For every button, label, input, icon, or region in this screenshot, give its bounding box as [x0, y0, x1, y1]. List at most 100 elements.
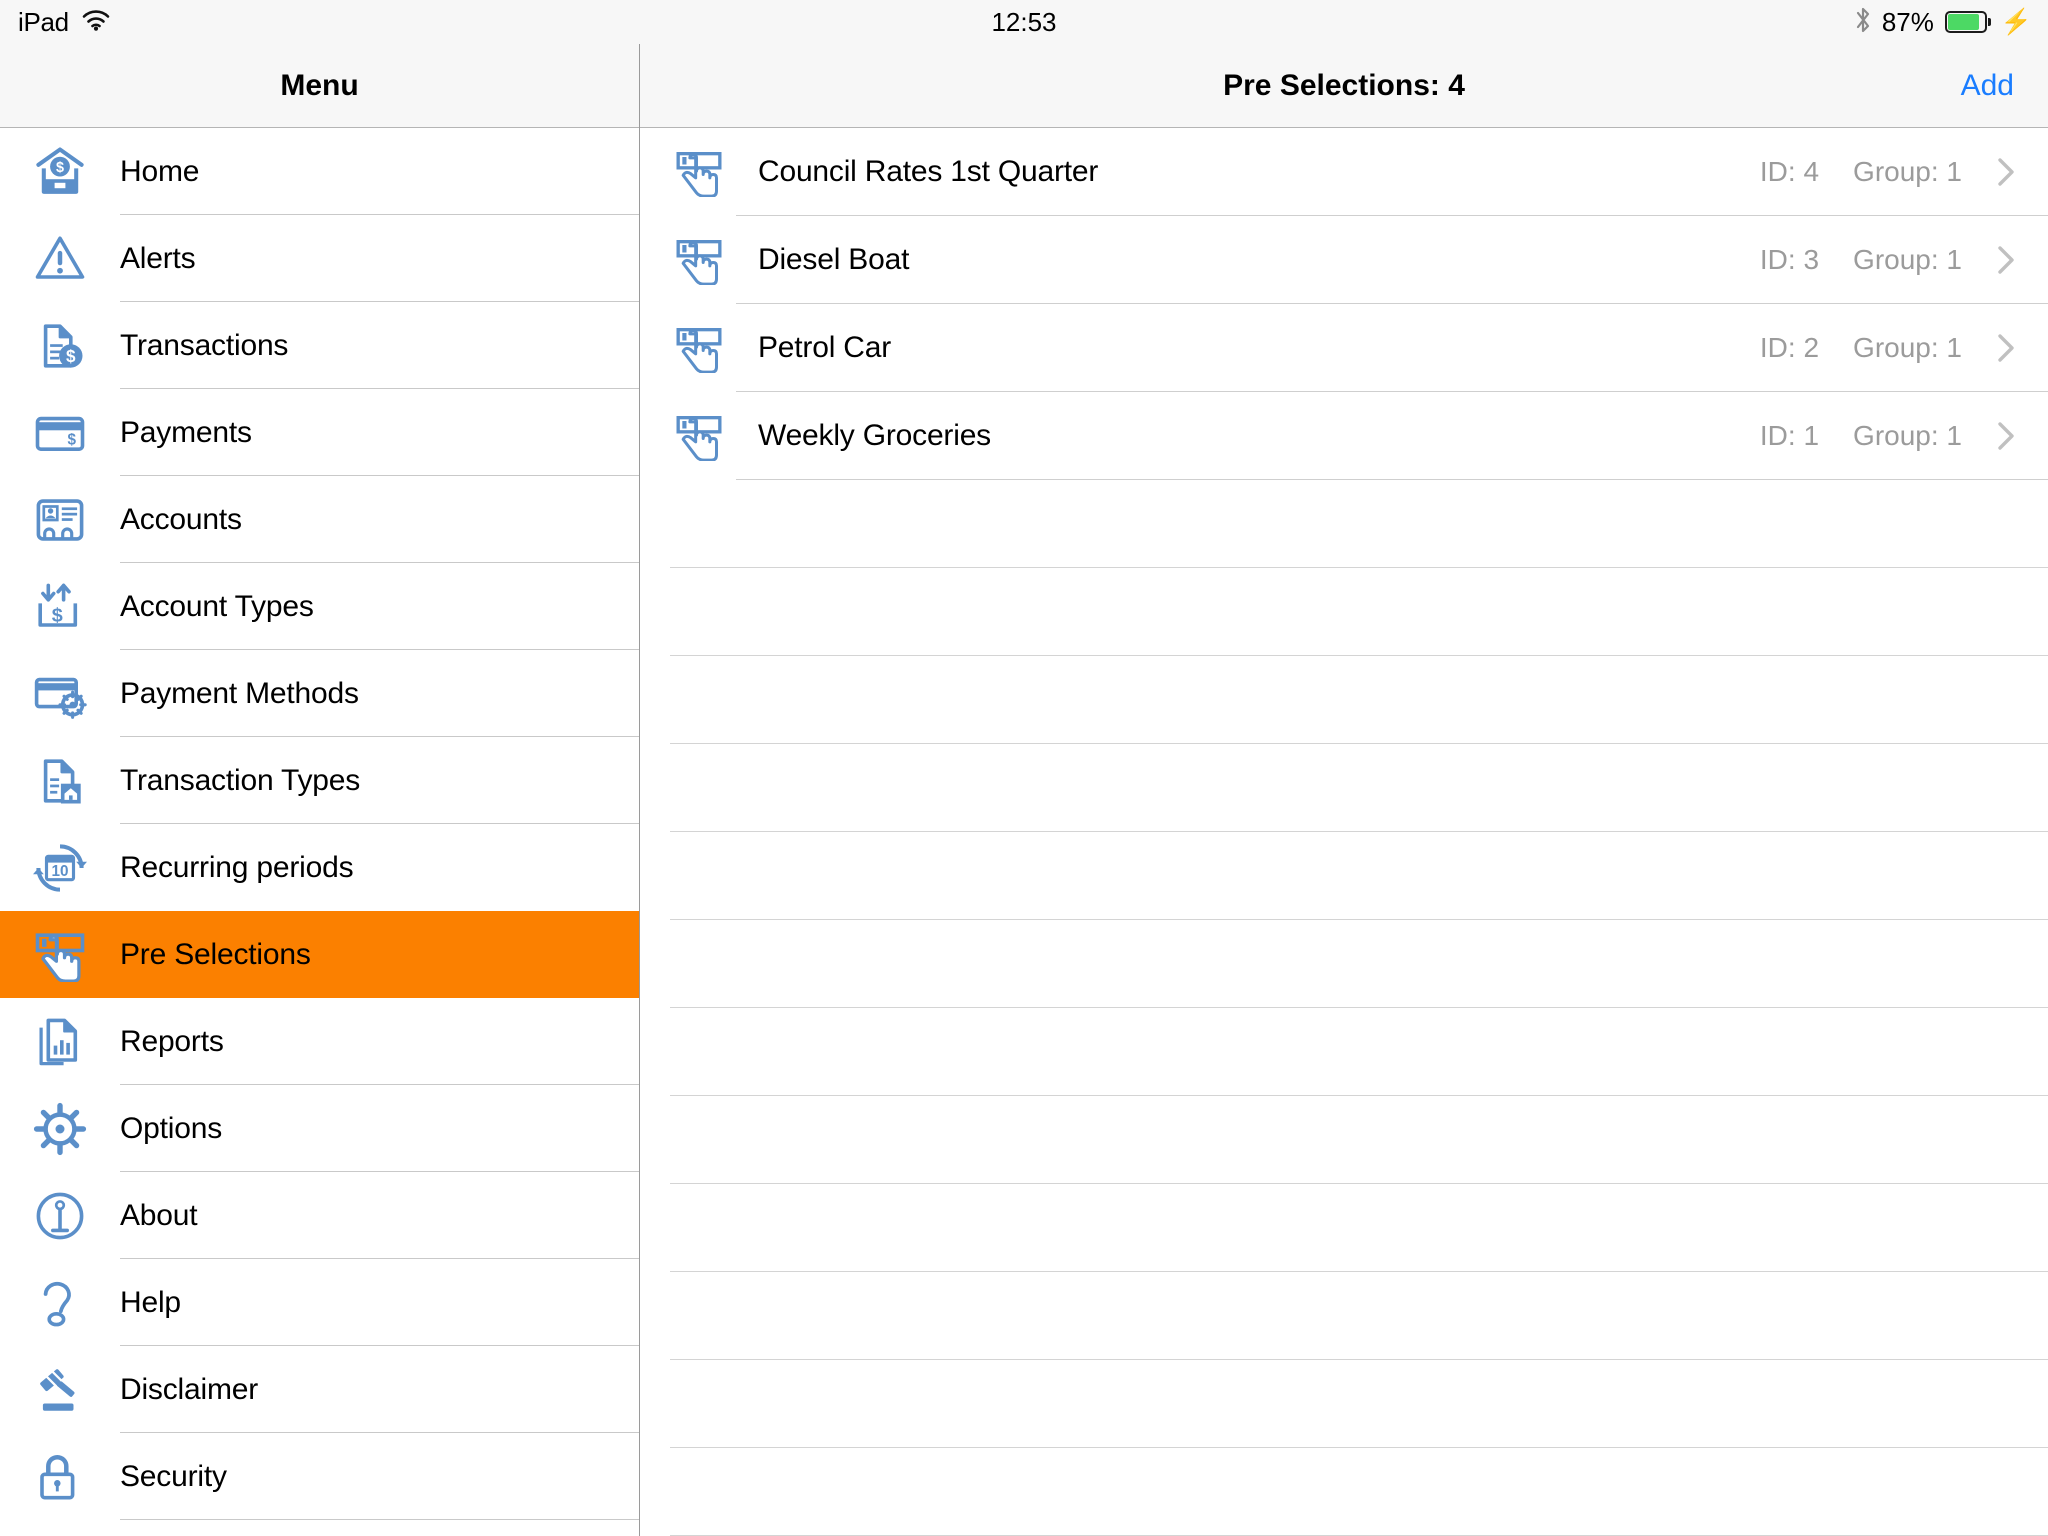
list-item-group: Group: 1 [1853, 420, 1962, 451]
padlock-icon [33, 1450, 87, 1504]
status-bar: iPad 12:53 87% ⚡ [0, 0, 2048, 44]
chevron-right-icon [1998, 246, 2014, 274]
lightning-bolt-icon: ⚡ [2000, 7, 2032, 36]
hand-tap-field-icon [676, 152, 722, 197]
empty-list-row [640, 920, 2048, 1008]
sidebar-item-label: Reports [120, 1024, 224, 1058]
list-item-title: Weekly Groceries [758, 419, 991, 452]
sidebar-item-label: Disclaimer [120, 1372, 259, 1406]
sidebar-item-payment-methods[interactable]: Payment Methods [0, 650, 639, 737]
app-root: Menu Home Alerts Transactions Payments Accou… [0, 0, 2048, 1536]
sidebar-item-label: Payments [120, 415, 252, 449]
list-item-group: Group: 1 [1853, 332, 1962, 363]
battery-percent: 87% [1881, 6, 1934, 37]
empty-list-row [640, 744, 2048, 832]
empty-list-row [640, 1184, 2048, 1272]
list-item[interactable]: Petrol Car ID: 2 Group: 1 [640, 304, 2048, 392]
status-bar-right: 87% ⚡ [1855, 0, 2032, 44]
sidebar-item-transaction-types[interactable]: Transaction Types [0, 737, 639, 824]
list-item-id: ID: 4 [1759, 156, 1820, 187]
gavel-icon-wrap [0, 1363, 120, 1417]
sidebar-item-label: Home [120, 154, 200, 188]
battery-icon [1944, 11, 1991, 33]
list-item-group: Group: 1 [1853, 244, 1962, 275]
document-house-icon [43, 758, 83, 805]
sidebar-item-alerts[interactable]: Alerts [0, 215, 639, 302]
question-mark-icon-wrap [0, 1276, 120, 1330]
hand-tap-field-icon-wrap [640, 323, 758, 373]
empty-list-row [640, 1008, 2048, 1096]
list-item[interactable]: Council Rates 1st Quarter ID: 4 Group: 1 [640, 128, 2048, 216]
sidebar-item-label: Accounts [120, 502, 242, 536]
chevron-right-icon-wrap[interactable] [1990, 332, 2022, 364]
status-bar-center: 12:53 [0, 0, 2048, 44]
empty-list-row [640, 656, 2048, 744]
chevron-right-icon [1998, 334, 2014, 362]
sidebar-menu-list: Home Alerts Transactions Payments Accounts Ac… [0, 128, 639, 1520]
sidebar-item-recurring-periods[interactable]: Recurring periods [0, 824, 639, 911]
sidebar-item-label: Transaction Types [120, 763, 361, 797]
page-title: Pre Selections: 4 [1223, 68, 1465, 102]
chevron-right-icon [1998, 158, 2014, 186]
list-item-title: Diesel Boat [758, 243, 910, 276]
sidebar-item-payments[interactable]: Payments [0, 389, 639, 476]
hand-tap-field-icon-wrap [640, 235, 758, 285]
sidebar-item-reports[interactable]: Reports [0, 998, 639, 1085]
pre-selections-list: Council Rates 1st Quarter ID: 4 Group: 1 Di… [640, 128, 2048, 1536]
hand-tap-field-icon-wrap [640, 147, 758, 197]
sidebar-item-label: Account Types [120, 589, 314, 623]
list-item-id: ID: 1 [1759, 420, 1820, 451]
sidebar-item-help[interactable]: Help [0, 1259, 639, 1346]
sidebar-item-account-types[interactable]: Account Types [0, 563, 639, 650]
list-item-meta: ID: 4 Group: 1 [1760, 156, 1962, 188]
detail-pane: Pre Selections: 4 Add Council Rates 1st … [640, 0, 2048, 1536]
sidebar-item-pre-selections[interactable]: Pre Selections [0, 911, 639, 998]
document-dollar-icon-wrap [0, 319, 120, 373]
sidebar-item-label: Security [120, 1459, 227, 1493]
credit-card-gear-icon-wrap [0, 667, 120, 721]
add-button[interactable]: Add [1961, 69, 2014, 103]
detail-navbar: Pre Selections: 4 Add [640, 44, 2048, 128]
chevron-right-icon-wrap[interactable] [1990, 156, 2022, 188]
document-house-icon-wrap [0, 754, 120, 808]
arrows-dollar-tray-icon-wrap [0, 580, 120, 634]
sidebar-item-about[interactable]: About [0, 1172, 639, 1259]
sidebar-item-security[interactable]: Security [0, 1433, 639, 1520]
sidebar-item-label: Help [120, 1285, 181, 1319]
info-circle-icon-wrap [0, 1189, 120, 1243]
sidebar-item-options[interactable]: Options [0, 1085, 639, 1172]
empty-list-row [640, 1272, 2048, 1360]
sidebar-navbar: Menu [0, 44, 639, 128]
list-item-meta: ID: 3 Group: 1 [1760, 244, 1962, 276]
empty-list-row [640, 568, 2048, 656]
list-item[interactable]: Diesel Boat ID: 3 Group: 1 [640, 216, 2048, 304]
id-card-icon [36, 498, 84, 541]
hand-tap-field-icon [676, 240, 722, 285]
sidebar-item-disclaimer[interactable]: Disclaimer [0, 1346, 639, 1433]
gavel-icon [38, 1366, 77, 1412]
credit-card-gear-icon [34, 677, 87, 719]
sidebar-item-home[interactable]: Home [0, 128, 639, 215]
question-mark-icon [43, 1281, 71, 1326]
sidebar-item-transactions[interactable]: Transactions [0, 302, 639, 389]
empty-list-row [640, 1096, 2048, 1184]
row-separator [120, 1519, 639, 1520]
chevron-right-icon-wrap[interactable] [1990, 420, 2022, 452]
gear-icon-wrap [0, 1102, 120, 1156]
gear-icon [33, 1102, 87, 1156]
list-item-id: ID: 2 [1759, 332, 1820, 363]
hand-tap-field-icon [676, 415, 722, 461]
list-item[interactable]: Weekly Groceries ID: 1 Group: 1 [640, 392, 2048, 480]
sidebar-item-label: Payment Methods [120, 676, 359, 710]
calendar-refresh-icon [33, 841, 87, 895]
hand-tap-field-icon [676, 327, 722, 373]
sidebar-item-label: About [120, 1198, 198, 1232]
list-item-group: Group: 1 [1853, 156, 1962, 187]
chevron-right-icon-wrap[interactable] [1990, 244, 2022, 276]
arrows-dollar-tray-icon [38, 583, 78, 628]
padlock-icon-wrap [0, 1450, 120, 1504]
sidebar-item-accounts[interactable]: Accounts [0, 476, 639, 563]
sidebar-item-label: Transactions [120, 328, 289, 362]
credit-card-dollar-icon-wrap [0, 406, 120, 460]
list-item-title: Petrol Car [758, 331, 892, 364]
